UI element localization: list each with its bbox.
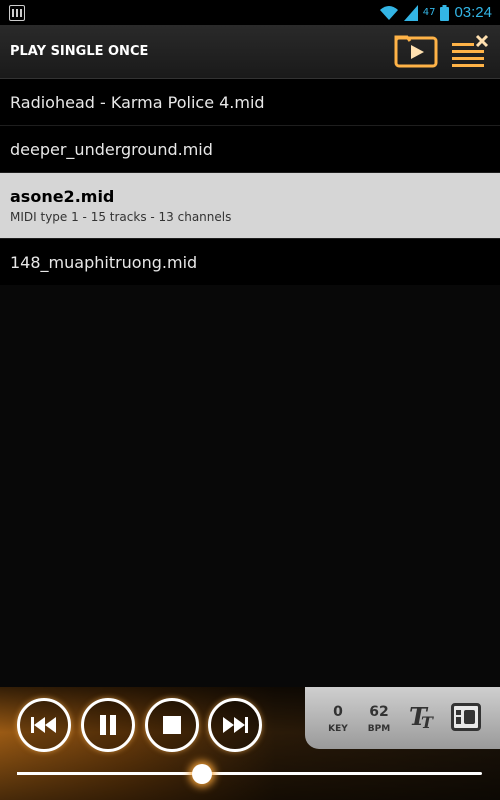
next-icon xyxy=(223,717,248,733)
stop-icon xyxy=(163,716,181,734)
svg-text:T: T xyxy=(421,713,434,731)
signal-icon xyxy=(403,4,418,21)
status-time: 03:24 xyxy=(454,4,492,21)
key-label: KEY xyxy=(328,724,348,734)
font-size-button[interactable]: T T xyxy=(408,701,438,732)
list-item-selected[interactable]: asone2.mid MIDI type 1 - 15 tracks - 13 … xyxy=(0,173,500,239)
display-mode-icon xyxy=(456,710,475,724)
file-details: MIDI type 1 - 15 tracks - 13 channels xyxy=(10,210,232,224)
list-item[interactable]: deeper_underground.mid xyxy=(0,126,500,173)
previous-button[interactable] xyxy=(17,698,71,752)
playlist-clear-button[interactable] xyxy=(449,33,495,71)
list-item[interactable]: Radiohead - Karma Police 4.mid xyxy=(0,79,500,126)
play-mode-title[interactable]: PLAY SINGLE ONCE xyxy=(10,44,148,59)
status-bar: 47 03:24 xyxy=(0,0,500,25)
playlist-clear-icon xyxy=(452,34,489,67)
app-header: PLAY SINGLE ONCE xyxy=(0,25,500,79)
file-list: Radiohead - Karma Police 4.mid deeper_un… xyxy=(0,79,500,286)
battery-icon xyxy=(440,4,450,21)
play-folder-icon xyxy=(394,35,438,68)
next-button[interactable] xyxy=(208,698,262,752)
pause-button[interactable] xyxy=(81,698,135,752)
file-name: 148_muaphitruong.mid xyxy=(10,252,198,272)
file-name: asone2.mid xyxy=(10,187,115,206)
pause-icon xyxy=(100,715,116,735)
file-name: Radiohead - Karma Police 4.mid xyxy=(10,92,265,112)
progress-thumb[interactable] xyxy=(192,764,212,784)
previous-icon xyxy=(31,717,56,733)
font-size-icon: T T xyxy=(409,702,434,732)
bpm-value[interactable]: 62 xyxy=(359,704,399,720)
signal-label: 47 xyxy=(422,7,436,18)
progress-slider[interactable] xyxy=(17,772,482,775)
play-folder-button[interactable] xyxy=(393,33,439,71)
key-value[interactable]: 0 xyxy=(318,704,358,720)
list-empty-area xyxy=(0,285,500,687)
player-bar: 0 KEY 62 BPM T T xyxy=(0,687,500,800)
info-panel: 0 KEY 62 BPM T T xyxy=(305,687,500,749)
progress-fill xyxy=(17,772,203,775)
wifi-icon xyxy=(379,5,398,20)
list-item[interactable]: 148_muaphitruong.mid xyxy=(0,239,500,286)
app-notification-icon xyxy=(9,4,25,21)
stop-button[interactable] xyxy=(145,698,199,752)
file-name: deeper_underground.mid xyxy=(10,139,213,159)
display-mode-button[interactable] xyxy=(451,703,481,731)
bpm-label: BPM xyxy=(367,724,391,734)
